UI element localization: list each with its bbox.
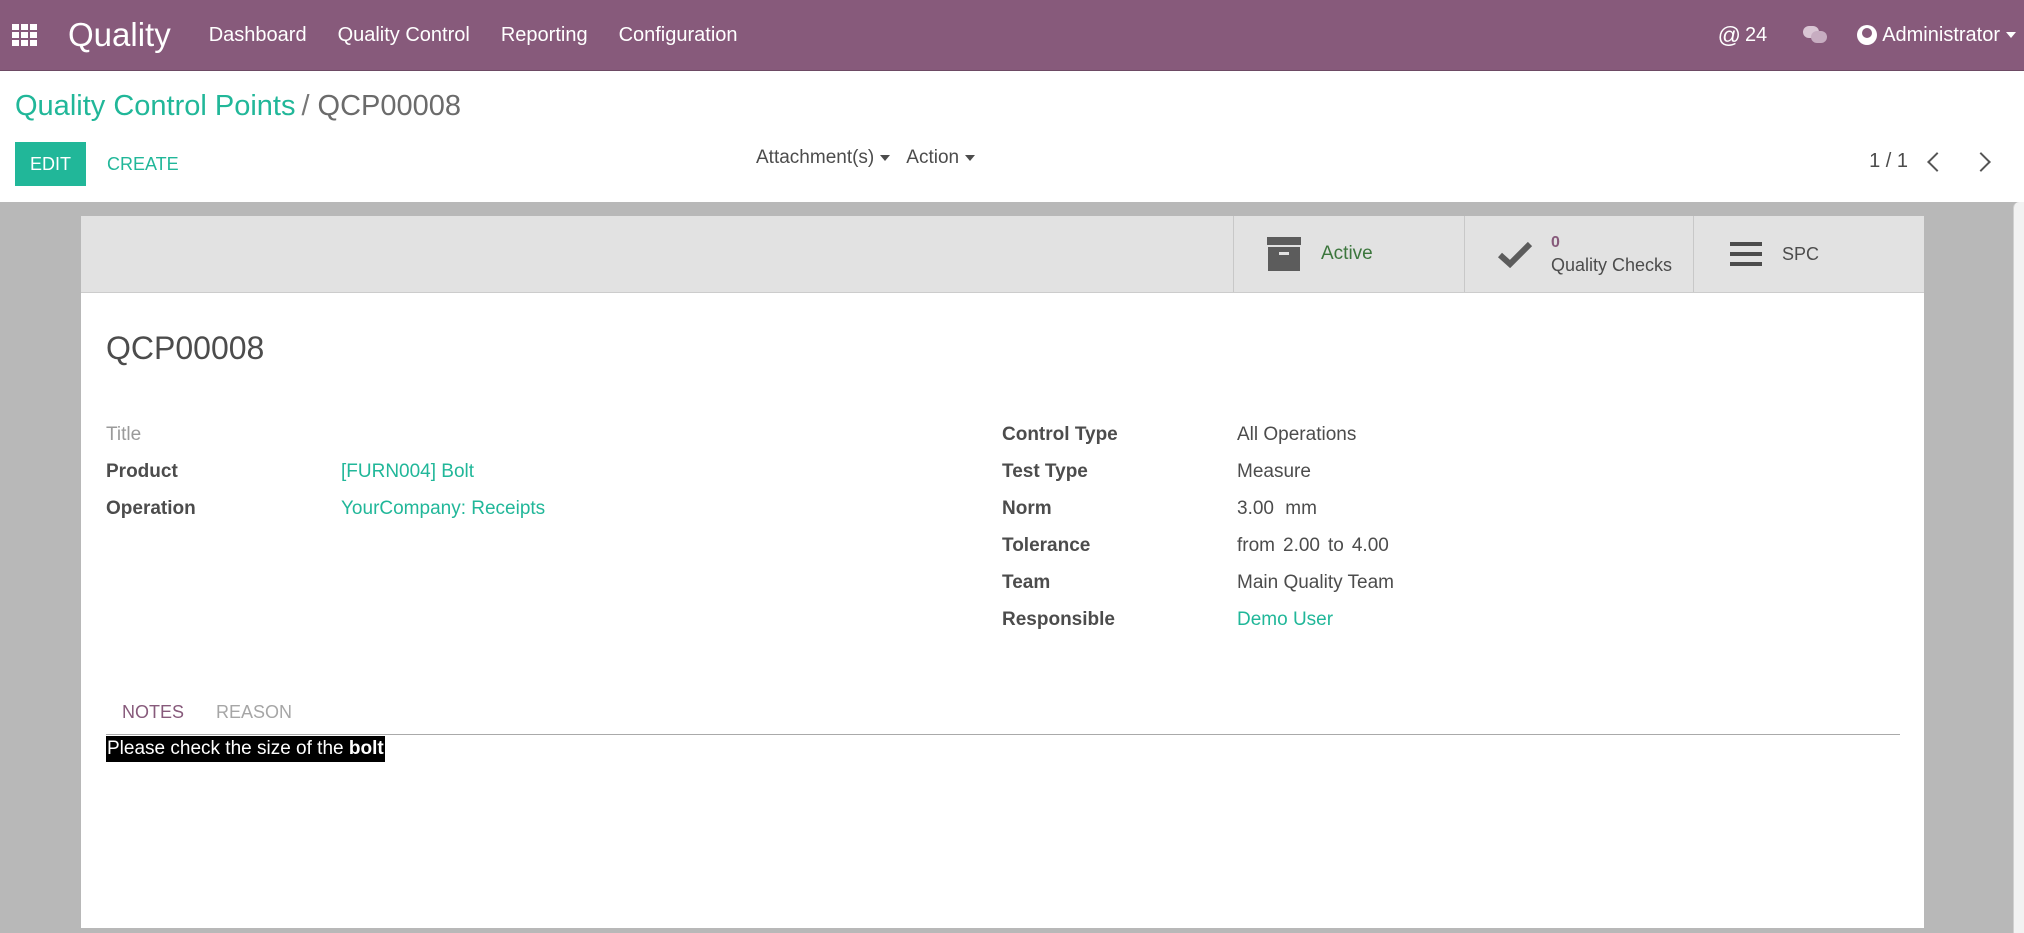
tab-notes[interactable]: NOTES [106, 696, 200, 734]
notebook-tabs: NOTES REASON [106, 696, 1900, 735]
tab-reason[interactable]: REASON [200, 696, 308, 734]
notes-bold-text: bolt [348, 738, 384, 759]
attachments-label: Attachment(s) [756, 147, 875, 168]
action-label: Action [906, 147, 960, 168]
tolerance-from: 2.00 [1283, 534, 1320, 556]
field-responsible: Responsible Demo User [1002, 601, 1397, 638]
pager: 1 / 1 [1869, 150, 1991, 173]
left-field-group: Title Product [FURN004] Bolt Operation Y… [106, 416, 545, 527]
edit-button[interactable]: EDIT [15, 142, 86, 186]
record-title: QCP00008 [106, 330, 265, 366]
form-sheet: Active 0 Quality Checks SPC QCP00008 Tit… [81, 216, 1924, 928]
chevron-left-icon[interactable] [1927, 151, 1947, 172]
apps-grid-icon[interactable] [12, 24, 38, 46]
norm-unit: mm [1285, 497, 1317, 519]
tolerance-to-label: to [1327, 534, 1344, 556]
test-type-value: Measure [1237, 460, 1311, 482]
user-avatar [1857, 25, 1878, 45]
caret-down-icon [965, 154, 976, 161]
product-link[interactable]: [FURN004] Bolt [341, 461, 474, 483]
menu-configuration[interactable]: Configuration [619, 24, 738, 47]
field-tolerance: Tolerance from 2.00 to 4.00 [1002, 527, 1397, 564]
top-navbar: Quality Dashboard Quality Control Report… [0, 0, 2024, 71]
field-label-product: Product [106, 460, 178, 482]
team-value: Main Quality Team [1237, 571, 1394, 593]
app-title: Quality [68, 16, 171, 53]
field-label-operation: Operation [106, 497, 196, 519]
breadcrumb-current: QCP00008 [317, 90, 462, 122]
field-label-norm: Norm [1002, 497, 1052, 519]
field-label-test-type: Test Type [1002, 460, 1088, 482]
field-test-type: Test Type Measure [1002, 453, 1397, 490]
menu-reporting[interactable]: Reporting [501, 24, 588, 47]
at-sign-icon: @ [1717, 21, 1741, 48]
sidebar-dropdowns: Attachment(s) Action [756, 147, 976, 169]
operation-link[interactable]: YourCompany: Receipts [341, 498, 545, 520]
norm-number: 3.00 [1237, 497, 1274, 519]
breadcrumb: Quality Control Points / QCP00008 [15, 90, 461, 123]
field-label-tolerance: Tolerance [1002, 534, 1091, 556]
create-button[interactable]: CREATE [107, 142, 179, 186]
bars-icon [1730, 242, 1762, 266]
caret-down-icon [880, 154, 891, 161]
caret-down-icon [2006, 32, 2016, 38]
tolerance-to: 4.00 [1351, 534, 1389, 556]
field-norm: Norm 3.00 mm [1002, 490, 1397, 527]
archive-icon [1267, 237, 1301, 271]
check-icon [1497, 241, 1533, 268]
tolerance-from-label: from [1237, 534, 1275, 556]
menu-dashboard[interactable]: Dashboard [209, 24, 307, 47]
quality-checks-count: 0 [1551, 234, 1560, 251]
chevron-right-icon[interactable] [1971, 151, 1991, 172]
notes-content: Please check the size of the bolt [106, 736, 385, 762]
quality-checks-button[interactable]: 0 Quality Checks [1464, 216, 1693, 292]
field-label-team: Team [1002, 571, 1051, 593]
field-control-type: Control Type All Operations [1002, 416, 1397, 453]
pager-value[interactable]: 1 / 1 [1869, 150, 1908, 173]
field-team: Team Main Quality Team [1002, 564, 1397, 601]
field-operation: Operation YourCompany: Receipts [106, 490, 545, 527]
quality-checks-label: Quality Checks [1551, 255, 1673, 275]
spc-button[interactable]: SPC [1693, 216, 1924, 292]
field-label-title: Title [106, 423, 142, 445]
menu-quality-control[interactable]: Quality Control [338, 24, 470, 47]
field-label-control-type: Control Type [1002, 423, 1118, 445]
norm-value: 3.00 mm [1237, 498, 1317, 520]
field-label-responsible: Responsible [1002, 608, 1115, 630]
responsible-link[interactable]: Demo User [1237, 609, 1333, 631]
control-type-value: All Operations [1237, 423, 1357, 445]
spc-label: SPC [1782, 243, 1820, 264]
user-name: Administrator [1882, 23, 2000, 46]
right-field-group: Control Type All Operations Test Type Me… [1002, 416, 1397, 638]
breadcrumb-separator: / [301, 90, 310, 122]
action-dropdown[interactable]: Action [906, 147, 976, 169]
active-toggle-button[interactable]: Active [1233, 216, 1464, 292]
field-title: Title [106, 416, 545, 453]
attachments-dropdown[interactable]: Attachment(s) [756, 147, 891, 169]
notes-text: Please check the size of the [107, 738, 349, 759]
chat-icon[interactable] [1803, 26, 1828, 44]
tolerance-value: from 2.00 to 4.00 [1237, 535, 1397, 557]
active-label: Active [1321, 243, 1373, 264]
mentions-count: 24 [1744, 23, 1768, 46]
smart-button-box: Active 0 Quality Checks SPC [81, 216, 1924, 293]
breadcrumb-parent-link[interactable]: Quality Control Points [15, 90, 295, 122]
scrollbar[interactable] [2013, 202, 2024, 933]
field-product: Product [FURN004] Bolt [106, 453, 545, 490]
mentions-button[interactable]: @ 24 [1718, 22, 1768, 49]
user-menu[interactable]: Administrator [1857, 24, 2016, 47]
